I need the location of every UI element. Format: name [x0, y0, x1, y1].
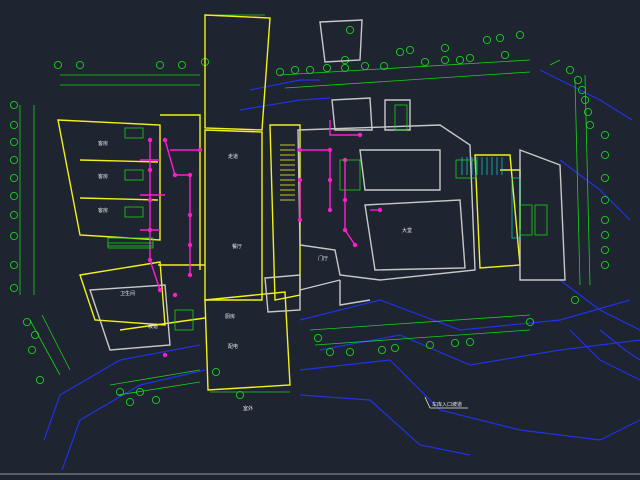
electrical-device: [327, 207, 333, 213]
electrical-device: [162, 352, 168, 358]
room-label-r1: 客房: [98, 140, 108, 147]
room-label-r8: 门厅: [318, 255, 328, 262]
electrical-device: [162, 137, 168, 143]
room-label-r4: 走道: [228, 153, 238, 160]
room-label-r3: 客房: [98, 207, 108, 214]
cad-floor-plan: 客房客房客房走道大堂餐厅厨房门厅配电卫生间坡道 室外 车库入口坡道: [0, 0, 640, 480]
electrical-device: [342, 197, 348, 203]
electrical-device: [172, 292, 178, 298]
electrical-device: [147, 257, 153, 263]
room-label-r7: 厨房: [225, 313, 235, 320]
electrical-device: [197, 147, 203, 153]
room-label-r10: 卫生间: [120, 290, 135, 297]
electrical-device: [187, 272, 193, 278]
ramp-note-text: 车库入口坡道: [432, 401, 462, 408]
room-label-r2: 客房: [98, 173, 108, 180]
electrical-device: [297, 217, 303, 223]
electrical-device: [147, 137, 153, 143]
electrical-device: [157, 287, 163, 293]
electrical-device: [357, 132, 363, 138]
electrical-device: [147, 197, 153, 203]
electrical-device: [297, 177, 303, 183]
electrical-device: [327, 177, 333, 183]
electrical-device: [187, 212, 193, 218]
electrical-device: [342, 227, 348, 233]
electrical-device: [147, 227, 153, 233]
site-outdoor-label: 室外: [243, 405, 253, 412]
electrical-device: [147, 167, 153, 173]
electrical-device: [327, 147, 333, 153]
electrical-device: [352, 242, 358, 248]
room-label-r5: 大堂: [402, 227, 412, 234]
electrical-device: [187, 242, 193, 248]
room-label-r11: 坡道: [148, 323, 158, 330]
room-label-r6: 餐厅: [232, 243, 242, 250]
electrical-device: [172, 172, 178, 178]
electrical-device: [377, 207, 383, 213]
electrical-device: [297, 147, 303, 153]
electrical-device: [187, 172, 193, 178]
room-label-r9: 配电: [228, 343, 238, 350]
